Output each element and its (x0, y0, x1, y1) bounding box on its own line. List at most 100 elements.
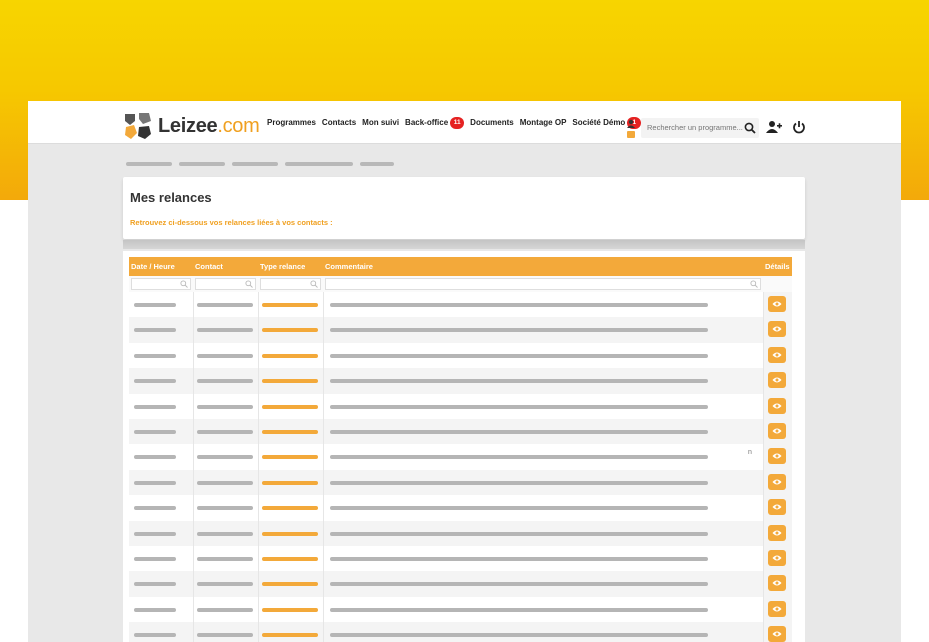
search-icon[interactable] (744, 122, 756, 134)
cell-divider (258, 622, 259, 642)
date-placeholder (134, 404, 176, 409)
col-commentaire[interactable]: Commentaire (323, 257, 763, 276)
comment-placeholder (330, 582, 708, 587)
filter-commentaire-input[interactable] (325, 278, 761, 290)
table-row[interactable] (129, 622, 792, 642)
eye-icon (772, 631, 782, 637)
eye-icon (772, 555, 782, 561)
nav-mon-suivi[interactable]: Mon suivi (362, 118, 399, 127)
table-row[interactable] (129, 571, 792, 597)
view-details-button[interactable] (768, 372, 786, 389)
cell-divider (763, 292, 764, 318)
breadcrumb-item[interactable] (285, 162, 353, 166)
table-row[interactable] (129, 596, 792, 623)
col-type-relance[interactable]: Type relance (258, 257, 323, 276)
search-input[interactable] (641, 118, 759, 138)
stray-text: n (748, 449, 752, 457)
top-navbar: Leizee.com Programmes Contacts Mon suivi… (28, 101, 901, 144)
view-details-button[interactable] (768, 626, 786, 642)
breadcrumb-item[interactable] (179, 162, 225, 166)
contact-placeholder (197, 353, 253, 358)
cell-divider (323, 292, 324, 318)
filter-date-input[interactable] (131, 278, 191, 290)
contact-placeholder (197, 379, 253, 384)
view-details-button[interactable] (768, 448, 786, 465)
page-subtitle: Retrouvez ci-dessous vos relances liées … (130, 218, 333, 227)
col-contact[interactable]: Contact (193, 257, 258, 276)
power-icon[interactable] (792, 120, 806, 134)
view-details-button[interactable] (768, 600, 786, 617)
cell-divider (323, 469, 324, 496)
view-details-button[interactable] (768, 575, 786, 592)
logo-name: Leizee (158, 114, 218, 137)
type-placeholder (262, 480, 318, 485)
type-placeholder (262, 531, 318, 536)
table-row[interactable] (129, 495, 792, 521)
comment-placeholder (330, 633, 708, 638)
view-details-button[interactable] (768, 422, 786, 439)
cell-divider (193, 596, 194, 623)
table-row[interactable] (129, 469, 792, 496)
main-nav: Programmes Contacts Mon suivi Back-offic… (267, 101, 647, 144)
logo[interactable]: Leizee.com (123, 111, 260, 141)
nav-programmes[interactable]: Programmes (267, 118, 316, 127)
nav-label: Programmes (267, 118, 316, 127)
col-details[interactable]: Détails (763, 257, 792, 276)
cell-divider (193, 292, 194, 318)
card-divider (123, 240, 805, 249)
comment-placeholder (330, 353, 708, 358)
col-date-heure[interactable]: Date / Heure (129, 257, 193, 276)
nav-documents[interactable]: Documents (470, 118, 514, 127)
nav-montage-op[interactable]: Montage OP (520, 118, 567, 127)
filter-contact-input[interactable] (195, 278, 256, 290)
view-details-button[interactable] (768, 473, 786, 490)
breadcrumb-item[interactable] (360, 162, 394, 166)
view-details-button[interactable] (768, 397, 786, 414)
table-row[interactable] (129, 520, 792, 546)
cell-divider (258, 545, 259, 572)
filter-type-input[interactable] (260, 278, 321, 290)
nav-contacts[interactable]: Contacts (322, 118, 356, 127)
cell-divider (763, 368, 764, 394)
type-placeholder (262, 353, 318, 358)
table-row[interactable] (129, 317, 792, 343)
cell-divider (258, 342, 259, 369)
table-row[interactable] (129, 368, 792, 394)
eye-icon (772, 403, 782, 409)
view-details-button[interactable] (768, 346, 786, 363)
breadcrumb-item[interactable] (232, 162, 278, 166)
search-icon (180, 280, 188, 288)
nav-back-office[interactable]: Back-office 11 (405, 116, 465, 129)
cell-divider (258, 418, 259, 445)
breadcrumb-item[interactable] (126, 162, 172, 166)
cell-divider (258, 469, 259, 496)
cell-divider (323, 571, 324, 597)
eye-icon (772, 326, 782, 332)
add-user-icon[interactable] (766, 120, 782, 134)
table-row[interactable] (129, 545, 792, 572)
view-details-button[interactable] (768, 549, 786, 566)
view-details-button[interactable] (768, 499, 786, 516)
nav-label: Back-office (405, 118, 449, 127)
date-placeholder (134, 531, 176, 536)
table-row[interactable] (129, 393, 792, 419)
table-row[interactable] (129, 292, 792, 318)
type-placeholder (262, 582, 318, 587)
nav-label: Documents (470, 118, 514, 127)
user-icon[interactable] (626, 119, 636, 139)
table-row[interactable]: n (129, 444, 792, 470)
date-placeholder (134, 353, 176, 358)
table-row[interactable] (129, 342, 792, 369)
view-details-button[interactable] (768, 296, 786, 312)
table-row[interactable] (129, 418, 792, 445)
view-details-button[interactable] (768, 321, 786, 338)
contact-placeholder (197, 303, 253, 307)
type-placeholder (262, 633, 318, 638)
contact-placeholder (197, 429, 253, 434)
type-placeholder (262, 404, 318, 409)
cell-divider (193, 622, 194, 642)
view-details-button[interactable] (768, 524, 786, 541)
cell-divider (258, 317, 259, 343)
comment-placeholder (330, 328, 708, 333)
cell-divider (193, 469, 194, 496)
